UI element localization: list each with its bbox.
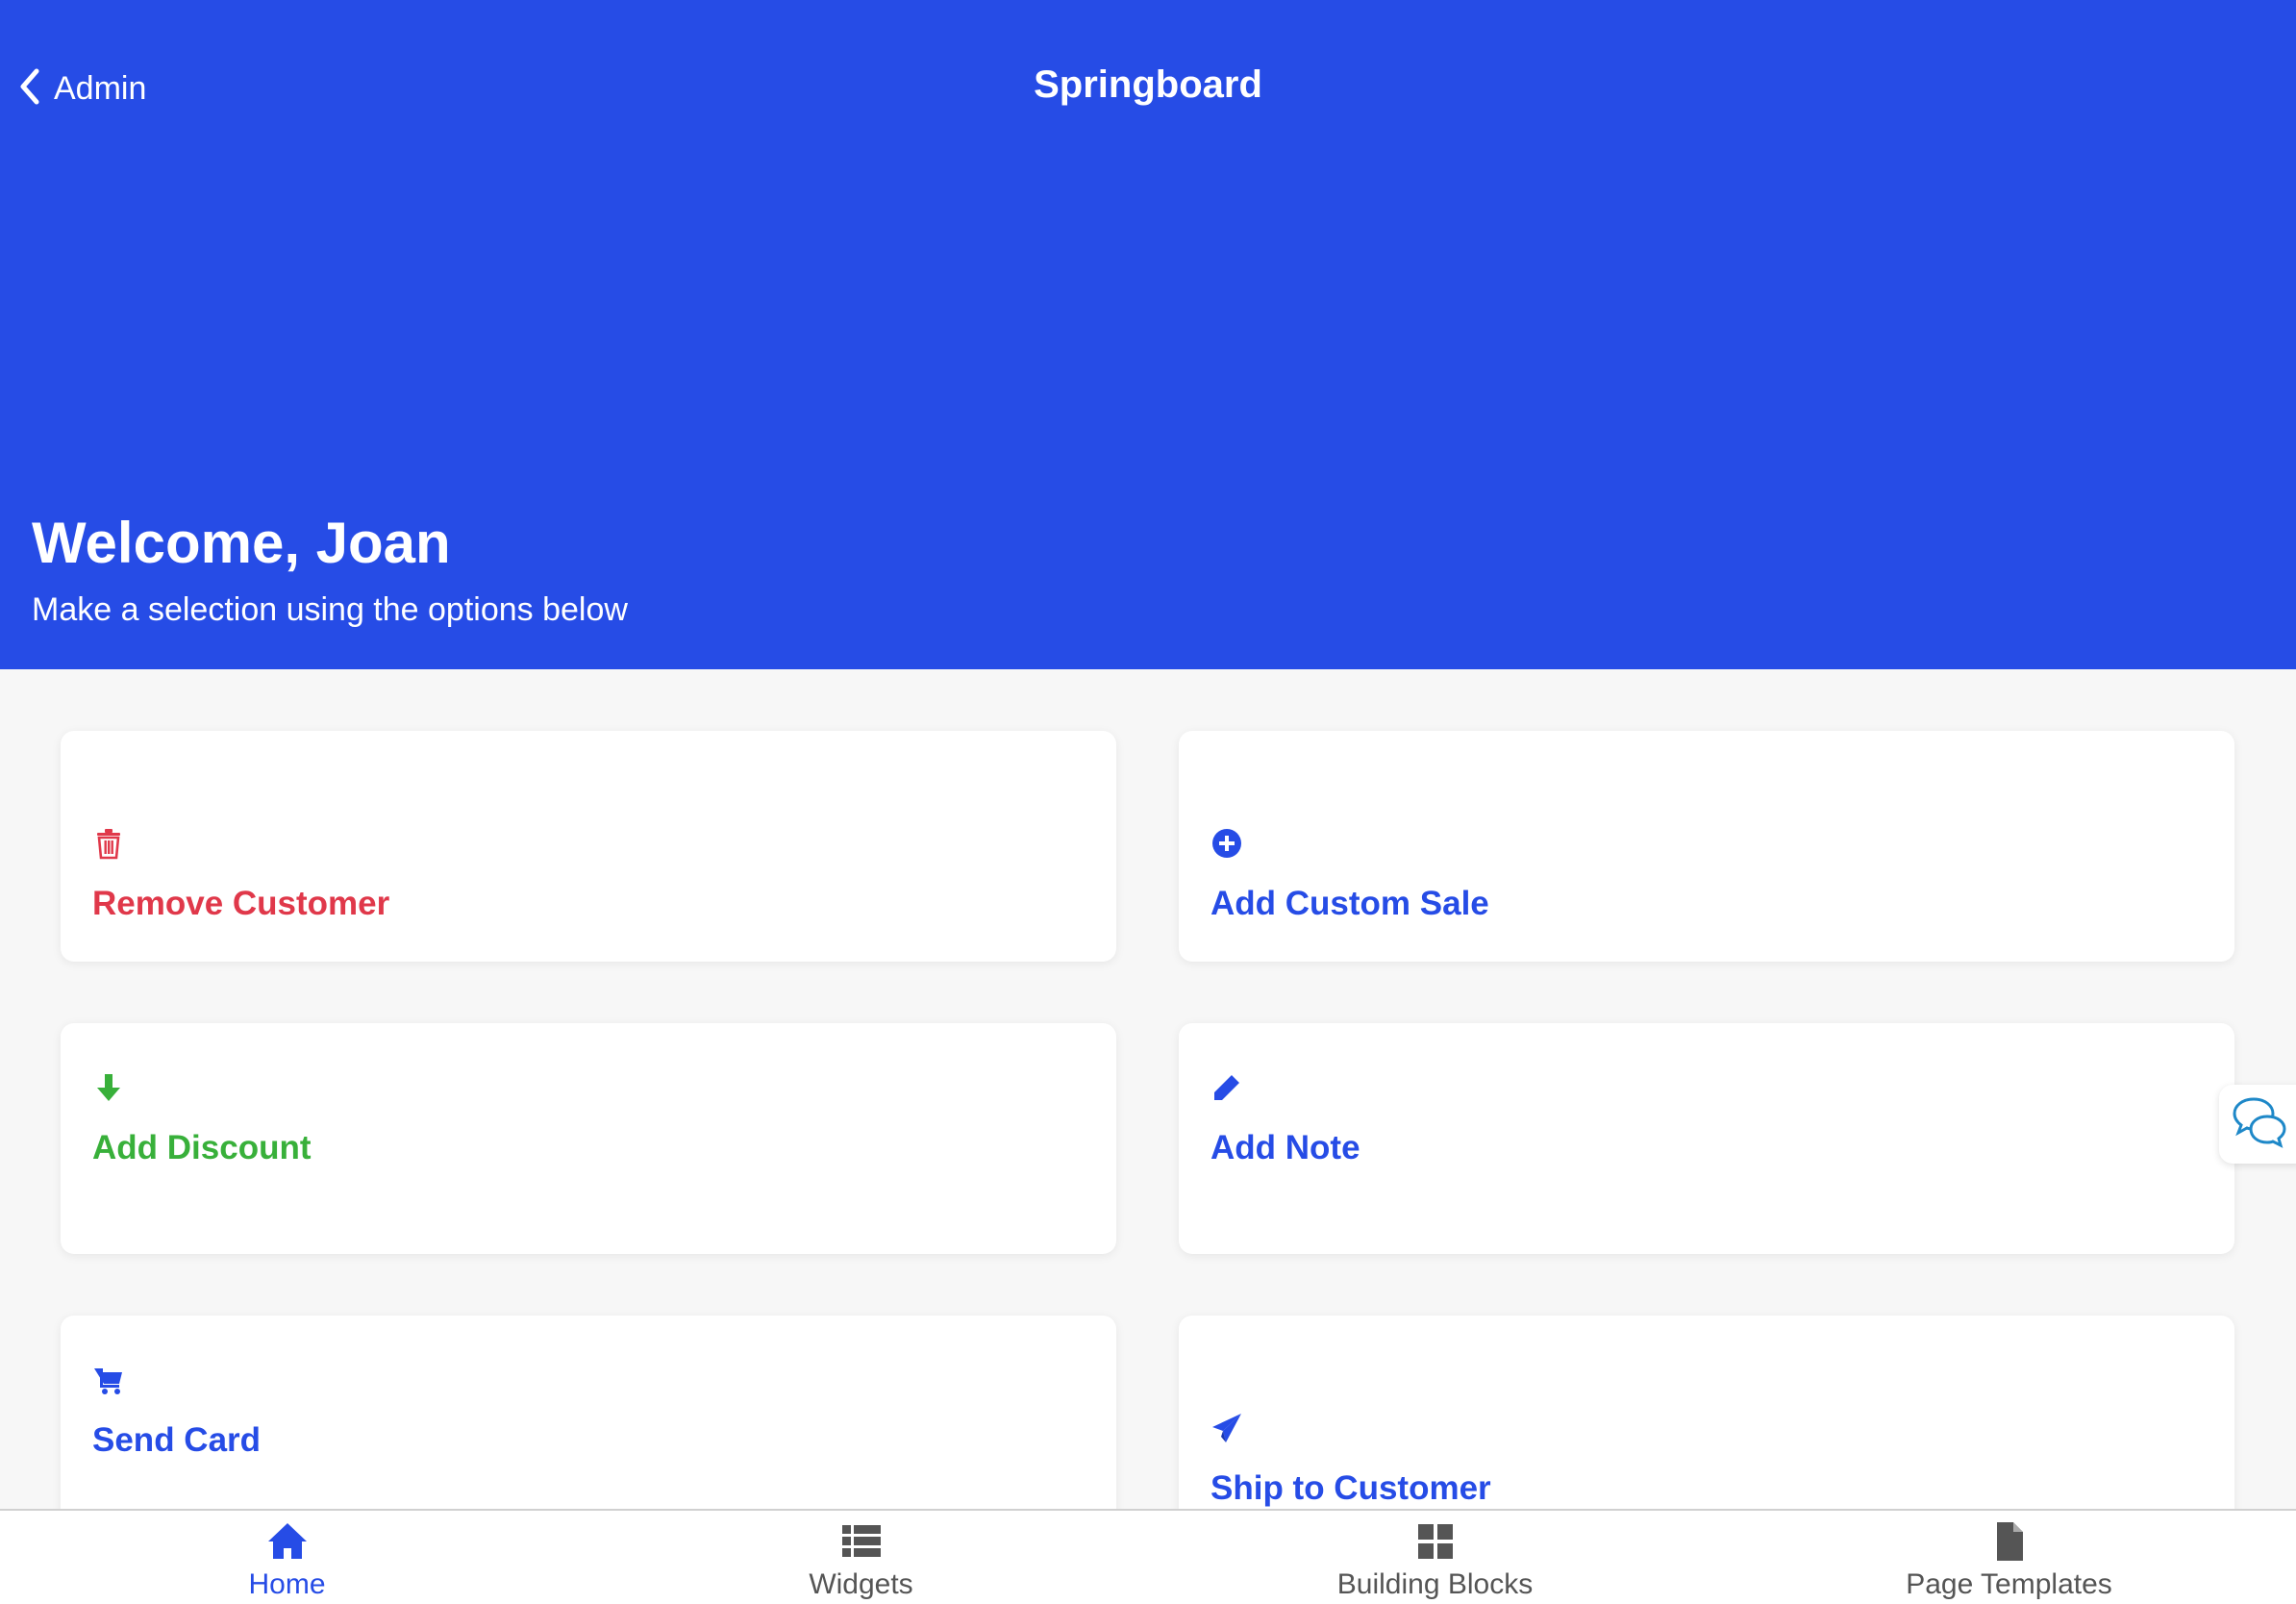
home-icon [266,1520,309,1563]
tab-building-blocks-label: Building Blocks [1336,1568,1534,1600]
app-root: Admin Springboard Welcome, Joan Make a s… [0,0,2296,1604]
paper-plane-icon [1210,1412,1243,1444]
tab-home[interactable]: Home [0,1511,574,1604]
pencil-icon [1210,1071,1243,1104]
tab-page-templates-label: Page Templates [1906,1568,2112,1600]
tab-building-blocks[interactable]: Building Blocks [1148,1511,1722,1604]
document-icon [1988,1520,2031,1563]
remove-customer-label: Remove Customer [92,885,390,922]
trash-icon [92,827,125,860]
send-card-label: Send Card [92,1421,262,1459]
arrow-down-icon [92,1071,125,1104]
chat-button[interactable] [2219,1085,2296,1164]
tab-bar: Home Widgets Building Blocks Page Templa… [0,1509,2296,1604]
tab-widgets-label: Widgets [809,1568,913,1600]
welcome-heading: Welcome, Joan [32,511,451,575]
grid-icon [1414,1520,1457,1563]
add-discount-card[interactable]: Add Discount [61,1023,1116,1254]
page-title: Springboard [1034,63,1262,106]
add-custom-sale-label: Add Custom Sale [1210,885,1489,922]
remove-customer-card[interactable]: Remove Customer [61,731,1116,962]
ship-to-customer-label: Ship to Customer [1210,1469,1491,1507]
header: Admin Springboard Welcome, Joan Make a s… [0,0,2296,669]
tab-page-templates[interactable]: Page Templates [1722,1511,2296,1604]
chat-bubbles-icon [2229,1093,2290,1156]
add-note-card[interactable]: Add Note [1179,1023,2234,1254]
tab-widgets[interactable]: Widgets [574,1511,1148,1604]
plus-circle-icon [1210,827,1243,860]
cart-icon [92,1364,125,1396]
add-discount-label: Add Discount [92,1129,312,1166]
add-note-label: Add Note [1210,1129,1360,1166]
list-icon [840,1520,883,1563]
welcome-subtitle: Make a selection using the options below [32,591,628,628]
tab-home-label: Home [248,1568,326,1600]
add-custom-sale-card[interactable]: Add Custom Sale [1179,731,2234,962]
